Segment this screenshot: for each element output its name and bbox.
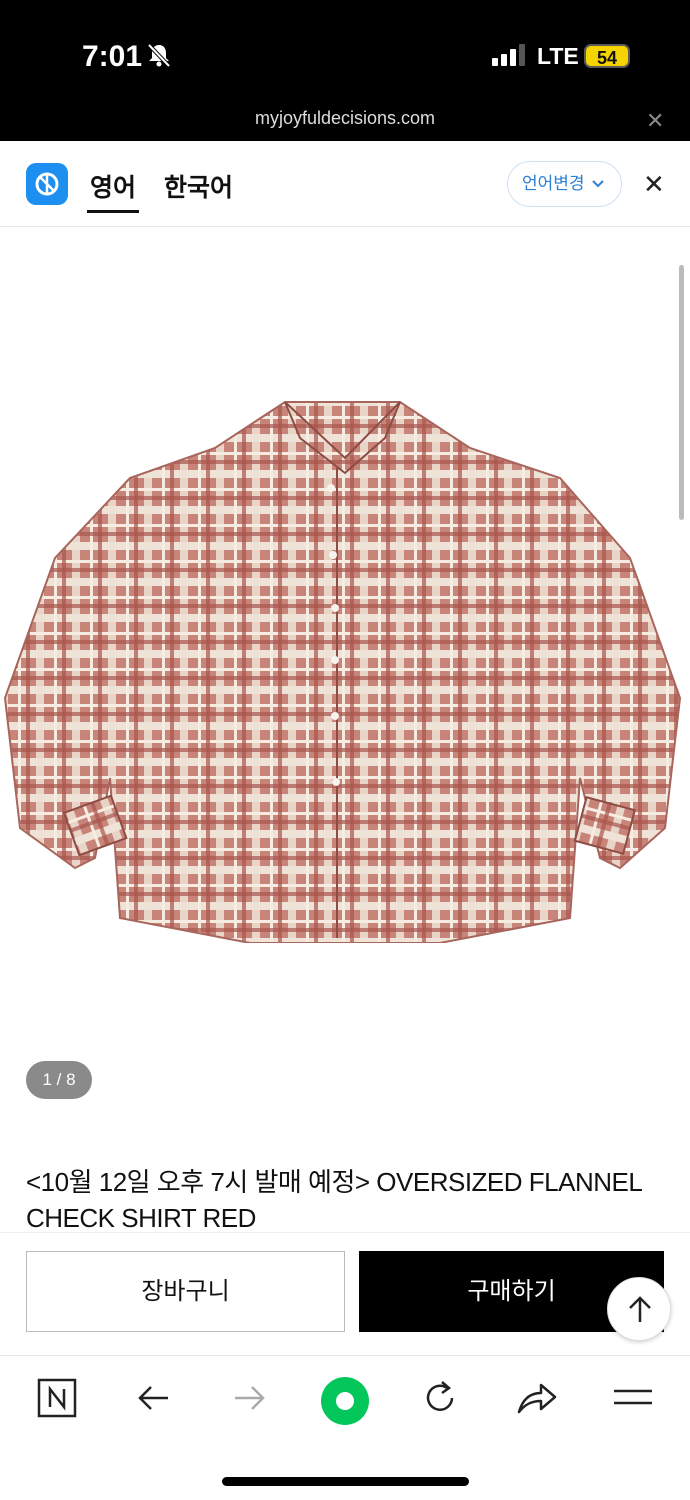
add-to-cart-button[interactable]: 장바구니 xyxy=(26,1251,345,1332)
clock: 7:01 xyxy=(82,40,143,73)
arrow-up-icon xyxy=(629,1296,651,1322)
page-url[interactable]: myjoyfuldecisions.com xyxy=(0,108,690,129)
active-tab-indicator xyxy=(87,210,139,213)
home-indicator[interactable] xyxy=(222,1477,469,1486)
status-bar: 7:01 LTE 54 myjoyfuldecisions.com ✕ xyxy=(0,0,690,141)
network-type: LTE xyxy=(537,43,579,69)
product-image[interactable] xyxy=(0,398,690,943)
tab-english[interactable]: 영어 xyxy=(90,168,136,204)
menu-icon[interactable] xyxy=(612,1378,654,1418)
image-counter: 1 / 8 xyxy=(26,1061,92,1099)
green-dot-icon[interactable] xyxy=(320,1376,370,1426)
signal-icon xyxy=(492,44,526,71)
chevron-down-icon xyxy=(592,180,605,188)
close-icon[interactable]: ✕ xyxy=(643,169,665,200)
translate-logo-icon xyxy=(26,163,68,205)
bell-slash-icon xyxy=(146,42,172,73)
change-language-button[interactable]: 언어변경 xyxy=(507,161,622,207)
battery-icon: 54 xyxy=(584,44,630,68)
naver-n-icon[interactable] xyxy=(37,1378,77,1418)
reload-icon[interactable] xyxy=(420,1378,460,1418)
tab-korean[interactable]: 한국어 xyxy=(164,168,233,204)
purchase-bar: 장바구니 구매하기 xyxy=(0,1232,690,1354)
product-title: <10월 12일 오후 7시 발매 예정> OVERSIZED FLANNEL … xyxy=(26,1167,642,1233)
close-icon[interactable]: ✕ xyxy=(646,108,664,134)
translate-bar: 영어 한국어 언어변경 ✕ xyxy=(0,141,690,227)
share-icon[interactable] xyxy=(515,1378,559,1418)
scroll-to-top-button[interactable] xyxy=(607,1277,671,1341)
back-arrow-icon[interactable] xyxy=(134,1378,174,1418)
change-language-label: 언어변경 xyxy=(522,174,585,193)
forward-arrow-icon[interactable] xyxy=(229,1378,269,1418)
